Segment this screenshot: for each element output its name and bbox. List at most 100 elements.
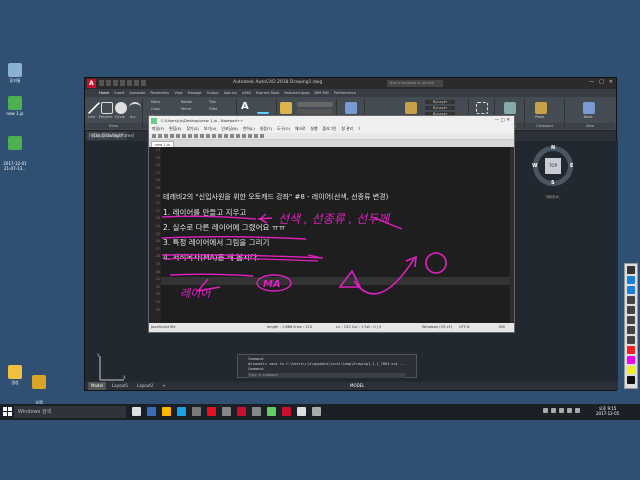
- tab-insert[interactable]: Insert: [114, 89, 124, 97]
- taskbar-app-icon[interactable]: [282, 407, 291, 416]
- move-button[interactable]: Move: [151, 100, 160, 104]
- tab-add-ins[interactable]: Add-ins: [224, 89, 237, 97]
- match-properties-icon[interactable]: [405, 102, 417, 114]
- pen-icon[interactable]: [627, 276, 635, 284]
- viewcube-top-face[interactable]: TOP: [545, 158, 561, 174]
- linetype-dropdown[interactable]: ByLayer: [425, 106, 456, 110]
- tab-annotate[interactable]: Annotate: [129, 89, 145, 97]
- taskbar-clock[interactable]: 오후 9:15 2017-12-05: [596, 406, 619, 416]
- compass-east[interactable]: E: [570, 163, 573, 169]
- menu-plugins[interactable]: 플러그인: [322, 125, 336, 133]
- line-button[interactable]: Line: [88, 115, 95, 119]
- tab-manage[interactable]: Manage: [188, 89, 202, 97]
- maximize-button[interactable]: □: [599, 79, 604, 85]
- redo-icon[interactable]: [212, 134, 216, 138]
- eraser-icon[interactable]: [627, 296, 635, 304]
- taskbar-app-icon[interactable]: [177, 407, 186, 416]
- taskbar-app-icon[interactable]: [162, 407, 171, 416]
- color-dropdown[interactable]: ByLayer: [425, 100, 456, 104]
- dimension-icon[interactable]: [257, 102, 269, 114]
- desktop-icon-new-file[interactable]: new 1.jo: [0, 96, 30, 116]
- close-button[interactable]: ✕: [609, 79, 613, 85]
- taskbar-app-icon[interactable]: [192, 407, 201, 416]
- menu-macro[interactable]: 매크로: [295, 125, 305, 133]
- highlighter-icon[interactable]: [627, 286, 635, 294]
- text-icon[interactable]: A: [241, 101, 253, 113]
- tray-up-arrow-icon[interactable]: [543, 408, 548, 413]
- pointer-icon[interactable]: [627, 266, 635, 274]
- new-icon[interactable]: [152, 134, 156, 138]
- zoom-in-icon[interactable]: [230, 134, 234, 138]
- tab-a360[interactable]: A360: [242, 89, 251, 97]
- taskbar-app-icon[interactable]: [252, 407, 261, 416]
- wrap-icon[interactable]: [242, 134, 246, 138]
- viewcube[interactable]: TOP N S W E: [530, 143, 576, 189]
- keyboard-icon[interactable]: [567, 408, 572, 413]
- menu-run[interactable]: 실행: [310, 125, 317, 133]
- color-red-icon[interactable]: [627, 346, 635, 354]
- panel-label-draw[interactable]: Draw: [85, 123, 142, 129]
- menu-encoding[interactable]: 인코딩(N): [221, 125, 237, 133]
- open-icon[interactable]: [106, 80, 111, 86]
- editor-text-area[interactable]: 14 15 16 17 18 19 20 21 22 23 24 25 26 27 28 29 30 31 32 33…: [149, 147, 514, 325]
- save-icon[interactable]: [164, 134, 168, 138]
- save-all-icon[interactable]: [170, 134, 174, 138]
- undo-icon[interactable]: [134, 80, 139, 86]
- tab-parametric[interactable]: Parametric: [150, 89, 169, 97]
- tab-performance[interactable]: Performance: [334, 89, 356, 97]
- circle-icon[interactable]: [115, 102, 127, 114]
- open-icon[interactable]: [158, 134, 162, 138]
- minimize-button[interactable]: —: [589, 79, 594, 85]
- tab-home[interactable]: Home: [99, 89, 109, 97]
- menu-window[interactable]: 창 관리: [341, 125, 353, 133]
- arrow-tool-icon[interactable]: [627, 316, 635, 324]
- tab-view[interactable]: View: [174, 89, 182, 97]
- zoom-out-icon[interactable]: [236, 134, 240, 138]
- paste-icon[interactable]: [535, 102, 547, 114]
- taskbar-app-icon[interactable]: [132, 407, 141, 416]
- taskbar-app-icon[interactable]: [222, 407, 231, 416]
- command-line[interactable]: Command: Automatic save to C:\Users\rjs\…: [237, 354, 417, 378]
- layer-dropdown-icon[interactable]: [297, 109, 333, 114]
- ime-icon[interactable]: [575, 408, 580, 413]
- new-icon[interactable]: [99, 80, 104, 86]
- paste-icon[interactable]: [200, 134, 204, 138]
- taskbar-app-icon[interactable]: [267, 407, 276, 416]
- play-macro-icon[interactable]: [260, 134, 264, 138]
- vertical-scrollbar[interactable]: [510, 147, 514, 325]
- menu-file[interactable]: 파일(F): [152, 125, 164, 133]
- save-icon[interactable]: [113, 80, 118, 86]
- line-tool-icon[interactable]: [627, 306, 635, 314]
- base-view-icon[interactable]: [583, 102, 595, 114]
- desktop-icon-recycle-bin[interactable]: 휴지통: [0, 63, 30, 84]
- cut-icon[interactable]: [188, 134, 192, 138]
- paste-button[interactable]: Paste: [535, 115, 544, 119]
- rectangle-tool-icon[interactable]: [627, 326, 635, 334]
- arc-icon[interactable]: [129, 102, 141, 114]
- viewport-label[interactable]: [-][Top][2D Wireframe]: [89, 133, 134, 138]
- menu-settings[interactable]: 설정(T): [260, 125, 272, 133]
- taskbar-app-icon[interactable]: [237, 407, 246, 416]
- indent-guide-icon[interactable]: [248, 134, 252, 138]
- taskbar-app-icon[interactable]: [207, 407, 216, 416]
- polyline-icon[interactable]: [101, 102, 113, 114]
- menu-edit[interactable]: 편집(E): [169, 125, 181, 133]
- compass-west[interactable]: W: [532, 163, 538, 169]
- tab-output[interactable]: Output: [207, 89, 219, 97]
- replace-icon[interactable]: [224, 134, 228, 138]
- copy-button[interactable]: Copy: [151, 107, 160, 111]
- trim-button[interactable]: Trim: [209, 100, 216, 104]
- autocad-search-input[interactable]: Type a keyword or phrase: [387, 80, 443, 87]
- editor-window-controls[interactable]: — □ ✕: [495, 116, 510, 125]
- print-icon[interactable]: [127, 80, 132, 86]
- add-layout-button[interactable]: +: [159, 382, 168, 390]
- insert-block-icon[interactable]: [345, 102, 357, 114]
- redo-icon[interactable]: [141, 80, 146, 86]
- ellipse-tool-icon[interactable]: [627, 336, 635, 344]
- compass-south[interactable]: S: [551, 180, 555, 186]
- find-icon[interactable]: [218, 134, 222, 138]
- compass-north[interactable]: N: [551, 145, 555, 151]
- fillet-button[interactable]: Fillet: [209, 107, 217, 111]
- taskbar-app-icon[interactable]: [312, 407, 321, 416]
- tab-bim360[interactable]: BIM 360: [315, 89, 329, 97]
